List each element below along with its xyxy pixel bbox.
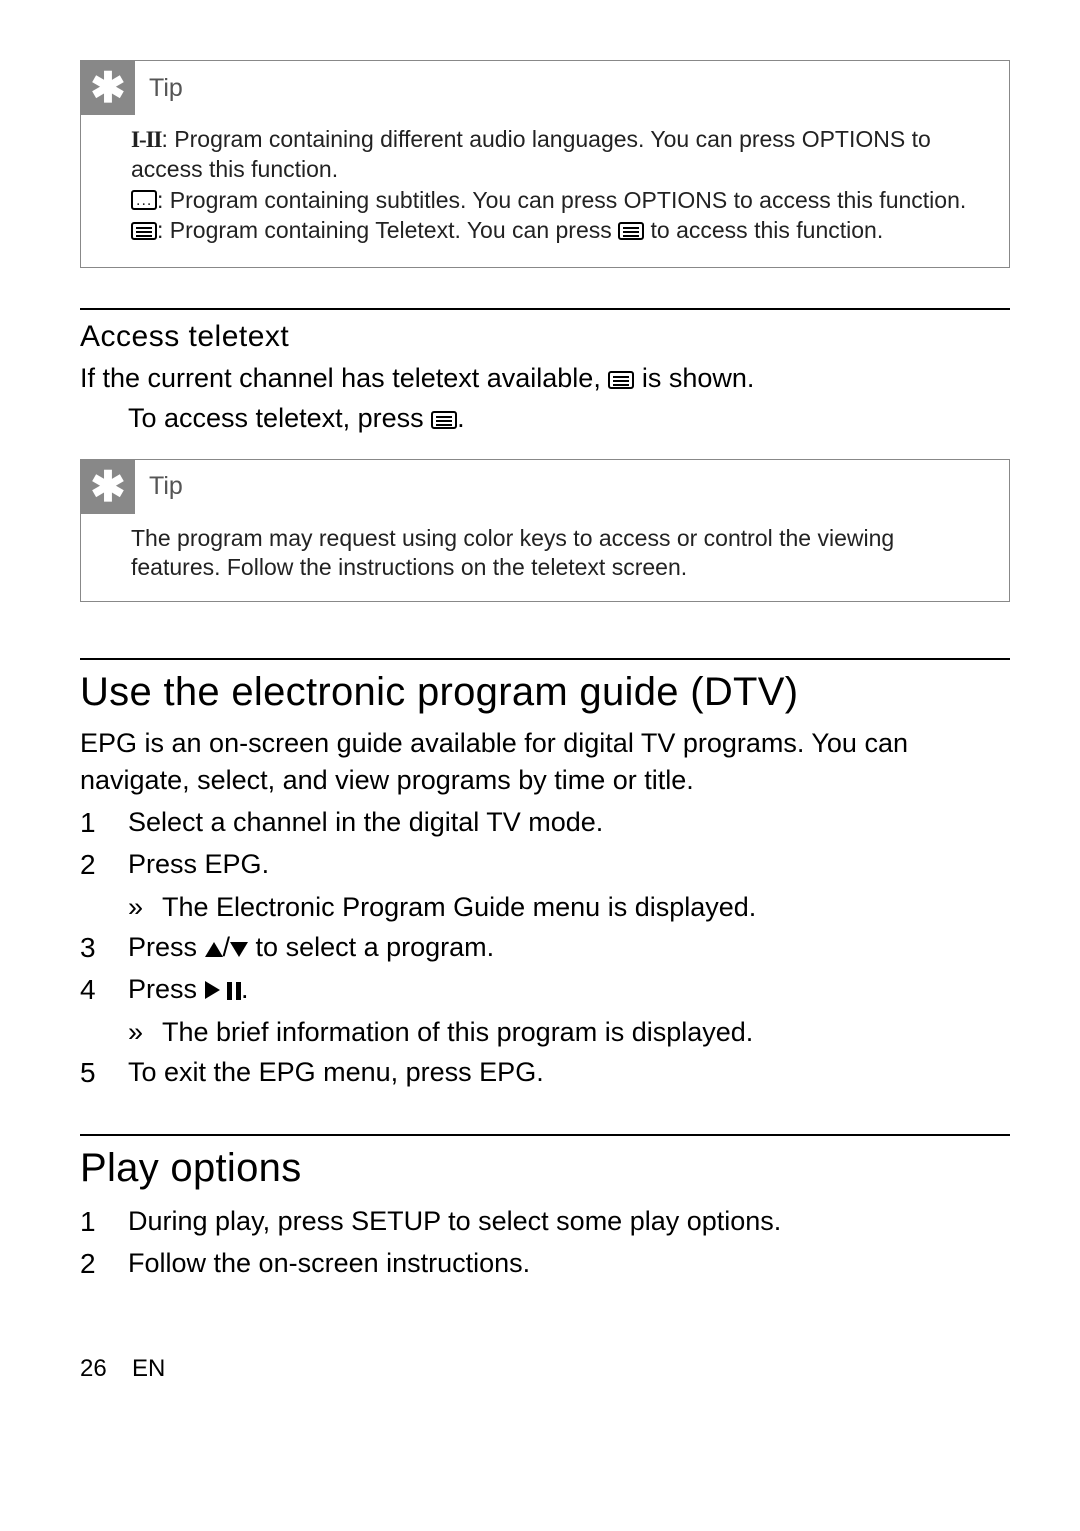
epg-steps: 1 Select a channel in the digital TV mod… [80,802,1010,1094]
step-body: Press . »The brief information of this p… [128,969,1010,1052]
sub-item: »The Electronic Program Guide menu is di… [162,887,1010,928]
text: : Program containing Teletext. You can p… [157,217,618,243]
divider [80,658,1010,660]
list-item: 1 Select a channel in the digital TV mod… [80,802,1010,844]
play-options-steps: 1 During play, press SETUP to select som… [80,1201,1010,1285]
step-number: 5 [80,1052,128,1094]
text: to access this function. [727,187,966,213]
page-lang: EN [132,1355,165,1382]
up-arrow-icon [205,942,223,957]
text: . [536,1057,544,1087]
text: During play, press [128,1206,351,1236]
teletext-access-instruction: To access teletext, press . [80,400,1010,436]
play-icon [205,981,220,999]
step-number: 2 [80,844,128,927]
sub-list: »The brief information of this program i… [128,1012,1010,1053]
list-item: 4 Press . »The brief information of this… [80,969,1010,1052]
list-item: 2 Follow the on-screen instructions. [80,1243,1010,1285]
tip-line-audio: I-II: Program containing different audio… [131,125,989,184]
manual-page: ✱ Tip I-II: Program containing different… [0,0,1080,1423]
options-key: OPTIONS [802,126,906,152]
text: . [262,849,270,879]
text: Press [128,974,205,1004]
list-item: 2 Press EPG. »The Electronic Program Gui… [80,844,1010,927]
sub-list: »The Electronic Program Guide menu is di… [128,887,1010,928]
text: . [241,974,249,1004]
heading-epg: Use the electronic program guide (DTV) [80,670,1010,715]
pause-icon [227,982,241,1000]
epg-key: EPG [479,1057,536,1087]
text: to select some play options. [441,1206,782,1236]
teletext-key-icon [431,411,457,429]
text: Press [128,849,205,879]
tip-asterisk-icon: ✱ [81,460,135,514]
tip-body: I-II: Program containing different audio… [81,115,1009,267]
step-number: 1 [80,1201,128,1243]
divider [80,1134,1010,1136]
step-number: 3 [80,927,128,969]
step-text: Select a channel in the digital TV mode. [128,802,1010,844]
step-body: Press EPG. »The Electronic Program Guide… [128,844,1010,927]
teletext-availability-para: If the current channel has teletext avai… [80,360,1010,396]
text: . [457,403,465,433]
text: If the current channel has teletext avai… [80,363,608,393]
sub-item: »The brief information of this program i… [162,1012,1010,1053]
step-number: 1 [80,802,128,844]
tip-header: ✱ Tip [81,460,1009,514]
tip-label: Tip [135,472,183,501]
teletext-icon [131,222,157,240]
text: To access teletext, press [128,403,431,433]
epg-intro: EPG is an on-screen guide available for … [80,725,1010,798]
tip-header: ✱ Tip [81,61,1009,115]
step-number: 2 [80,1243,128,1285]
tip-label: Tip [135,74,183,103]
tip-asterisk-icon: ✱ [81,61,135,115]
heading-play-options: Play options [80,1146,1010,1191]
text: The brief information of this program is… [162,1017,753,1047]
page-footer: 26EN [80,1355,1010,1383]
heading-access-teletext: Access teletext [80,320,1010,354]
text: : Program containing different audio lan… [162,126,802,152]
step-text: Follow the on-screen instructions. [128,1243,1010,1285]
text: is shown. [634,363,754,393]
step-body: Press / to select a program. [128,927,1010,969]
page-number: 26 [80,1355,132,1383]
text: : Program containing subtitles. You can … [157,187,624,213]
tip-box-program-icons: ✱ Tip I-II: Program containing different… [80,60,1010,268]
step-body: During play, press SETUP to select some … [128,1201,1010,1243]
text: To exit the EPG menu, press [128,1057,479,1087]
teletext-icon [608,371,634,389]
subtitle-icon [131,190,157,210]
options-key: OPTIONS [624,187,728,213]
text: / [223,932,231,962]
tip-line-teletext: : Program containing Teletext. You can p… [131,216,989,245]
divider [80,308,1010,310]
step-number: 4 [80,969,128,1052]
text: to select a program. [248,932,494,962]
list-item: 3 Press / to select a program. [80,927,1010,969]
text: to access this function. [644,217,883,243]
epg-key: EPG [205,849,262,879]
tip-body: The program may request using color keys… [81,514,1009,602]
down-arrow-icon [230,942,248,957]
list-item: 5 To exit the EPG menu, press EPG. [80,1052,1010,1094]
tip-box-color-keys: ✱ Tip The program may request using colo… [80,459,1010,603]
tip-line-subtitle: : Program containing subtitles. You can … [131,186,989,215]
result-arrow-icon: » [128,1012,162,1053]
step-body: To exit the EPG menu, press EPG. [128,1052,1010,1094]
audio-language-icon: I-II [131,127,162,152]
setup-key: SETUP [351,1206,441,1236]
list-item: 1 During play, press SETUP to select som… [80,1201,1010,1243]
teletext-key-icon [618,222,644,240]
text: The Electronic Program Guide menu is dis… [162,892,756,922]
text: Press [128,932,205,962]
result-arrow-icon: » [128,887,162,928]
